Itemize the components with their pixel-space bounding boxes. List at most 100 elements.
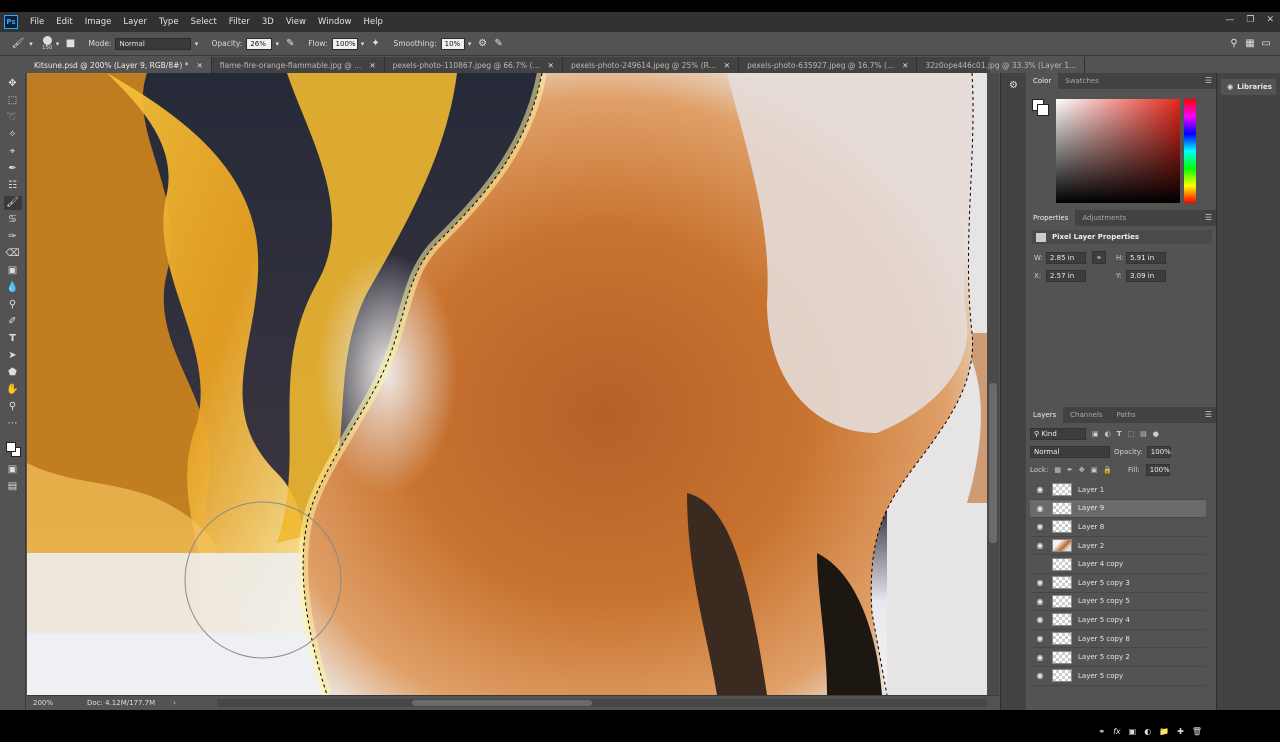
close-tab-icon[interactable]: ✕ <box>196 61 202 70</box>
move-tool-icon[interactable]: ✥ <box>4 77 22 91</box>
scroll-thumb[interactable] <box>412 700 592 706</box>
tab-pexels-635927[interactable]: pexels-photo-635927.jpeg @ 16.7% (... ✕ <box>739 57 918 73</box>
y-input[interactable]: 3.09 in <box>1126 270 1166 282</box>
share-icon[interactable]: ▭ <box>1258 36 1274 52</box>
filter-adjustment-icon[interactable]: ◐ <box>1105 430 1111 438</box>
zoom-level[interactable]: 200% <box>33 699 73 707</box>
layer-row[interactable]: ◉ Layer 2 <box>1030 537 1206 556</box>
brush-tool-icon[interactable]: 🖌 <box>3 196 22 210</box>
layer-row[interactable]: ◉ Layer 5 copy 2 <box>1030 648 1206 667</box>
visibility-eye-icon[interactable]: ◉ <box>1030 653 1050 662</box>
brush-tool-icon[interactable]: 🖌 <box>10 36 26 52</box>
fx-icon[interactable]: fx <box>1113 727 1121 736</box>
history-panel-icon[interactable]: ⚙ <box>1005 79 1023 93</box>
marquee-tool-icon[interactable]: ⬚ <box>4 94 22 108</box>
layer-name[interactable]: Layer 8 <box>1078 523 1104 531</box>
tab-kitsune[interactable]: Kitsune.psd @ 200% (Layer 9, RGB/8#) * ✕ <box>26 57 212 73</box>
tab-pexels-110867[interactable]: pexels-photo-110867.jpeg @ 66.7% (... ✕ <box>385 57 563 73</box>
tab-layers[interactable]: Layers <box>1026 407 1064 423</box>
libraries-button[interactable]: ◉ Libraries <box>1221 79 1276 95</box>
blend-mode-select[interactable]: Normal <box>1030 446 1110 458</box>
lock-all-icon[interactable]: 🔒 <box>1103 466 1112 474</box>
layer-row[interactable]: ◉ Layer 5 copy 5 <box>1030 593 1206 612</box>
menu-help[interactable]: Help <box>358 17 389 27</box>
link-icon[interactable]: ⚭ <box>1092 251 1106 264</box>
flow-input[interactable]: 100% <box>331 37 358 50</box>
tab-color[interactable]: Color <box>1026 73 1059 89</box>
tab-flame[interactable]: flame-fire-orange-flammable.jpg @ ... ✕ <box>212 57 385 73</box>
layer-name[interactable]: Layer 1 <box>1078 486 1104 494</box>
tab-adjustments[interactable]: Adjustments <box>1075 210 1133 226</box>
pressure-size-icon[interactable]: ✎ <box>491 36 507 52</box>
close-tab-icon[interactable]: ✕ <box>548 61 554 70</box>
menu-layer[interactable]: Layer <box>117 17 153 27</box>
menu-3d[interactable]: 3D <box>256 17 280 27</box>
zoom-tool-icon[interactable]: ⚲ <box>4 400 22 414</box>
filter-type-icon[interactable]: T <box>1117 430 1122 438</box>
hand-tool-icon[interactable]: ✋ <box>4 383 22 397</box>
add-mask-icon[interactable]: ▣ <box>1129 727 1137 736</box>
history-brush-tool-icon[interactable]: ✑ <box>4 230 22 244</box>
visibility-eye-icon[interactable]: ◉ <box>1030 485 1050 494</box>
menu-image[interactable]: Image <box>79 17 118 27</box>
visibility-eye-icon[interactable]: ◉ <box>1030 541 1050 550</box>
tab-paths[interactable]: Paths <box>1110 407 1143 423</box>
airbrush-icon[interactable]: ✦ <box>368 36 384 52</box>
pressure-opacity-icon[interactable]: ✎ <box>282 36 298 52</box>
flow-dropdown-icon[interactable]: ▾ <box>358 38 368 50</box>
menu-file[interactable]: File <box>24 17 50 27</box>
layer-name[interactable]: Layer 5 copy 2 <box>1078 653 1130 661</box>
filter-shape-icon[interactable]: ⬚ <box>1128 430 1135 438</box>
search-icon[interactable]: ⚲ <box>1226 36 1242 52</box>
menu-filter[interactable]: Filter <box>223 17 256 27</box>
height-input[interactable]: 5.91 in <box>1126 252 1166 264</box>
tab-swatches[interactable]: Swatches <box>1058 73 1105 89</box>
close-tab-icon[interactable]: ✕ <box>902 61 908 70</box>
eyedropper-tool-icon[interactable]: ✒ <box>4 162 22 176</box>
layer-row[interactable]: ◉ Layer 1 <box>1030 481 1206 500</box>
layer-row[interactable]: ◉ Layer 5 copy 8 <box>1030 630 1206 649</box>
quick-mask-icon[interactable]: ▣ <box>4 463 22 477</box>
lock-transparent-icon[interactable]: ▦ <box>1054 466 1061 474</box>
visibility-eye-icon[interactable]: ◉ <box>1030 597 1050 606</box>
tab-pexels-249614[interactable]: pexels-photo-249614.jpeg @ 25% (R... ✕ <box>563 57 740 73</box>
horizontal-scrollbar[interactable] <box>217 699 987 707</box>
layer-row[interactable]: ◉ Layer 9 <box>1030 499 1206 519</box>
mode-select[interactable]: Normal <box>115 37 192 50</box>
lock-image-icon[interactable]: ✒ <box>1067 466 1073 474</box>
layer-opacity-input[interactable]: 100% <box>1146 446 1171 458</box>
eraser-tool-icon[interactable]: ⌫ <box>4 247 22 261</box>
screen-mode-icon[interactable]: ▤ <box>4 480 22 494</box>
lock-artboard-icon[interactable]: ▣ <box>1091 466 1098 474</box>
close-tab-icon[interactable]: ✕ <box>724 61 730 70</box>
new-layer-icon[interactable]: ✚ <box>1177 727 1184 736</box>
clone-stamp-tool-icon[interactable]: ♋ <box>4 213 22 227</box>
menu-view[interactable]: View <box>280 17 312 27</box>
menu-window[interactable]: Window <box>312 17 358 27</box>
document-canvas[interactable] <box>27 73 987 695</box>
status-arrow-icon[interactable]: › <box>173 699 176 707</box>
layer-name[interactable]: Layer 5 copy 4 <box>1078 616 1130 624</box>
foreground-color-swatch[interactable] <box>5 442 16 452</box>
type-tool-icon[interactable]: T <box>4 332 22 346</box>
layer-row[interactable]: ◉ Layer 5 copy <box>1030 667 1206 686</box>
healing-brush-tool-icon[interactable]: ☷ <box>4 179 22 193</box>
layer-name[interactable]: Layer 5 copy 3 <box>1078 579 1130 587</box>
lock-position-icon[interactable]: ✥ <box>1079 466 1085 474</box>
lasso-tool-icon[interactable]: ➰ <box>4 111 22 125</box>
fill-input[interactable]: 100% <box>1145 464 1170 476</box>
restore-icon[interactable]: ❐ <box>1246 15 1254 25</box>
workspace-icon[interactable]: ▦ <box>1242 36 1258 52</box>
layer-name[interactable]: Layer 5 copy <box>1078 672 1123 680</box>
layer-name[interactable]: Layer 2 <box>1078 542 1104 550</box>
kind-filter[interactable]: ⚲ Kind <box>1030 428 1086 440</box>
brush-size-dropdown[interactable]: ▾ <box>53 38 63 50</box>
crop-tool-icon[interactable]: ⌖ <box>4 145 22 159</box>
path-selection-tool-icon[interactable]: ➤ <box>4 349 22 363</box>
color-spectrum-field[interactable] <box>1056 99 1180 203</box>
panel-menu-icon[interactable]: ☰ <box>1205 410 1212 419</box>
filter-pixel-icon[interactable]: ▣ <box>1092 430 1099 438</box>
vertical-scrollbar[interactable] <box>987 73 999 695</box>
layer-name[interactable]: Layer 5 copy 5 <box>1078 597 1130 605</box>
menu-type[interactable]: Type <box>153 17 185 27</box>
